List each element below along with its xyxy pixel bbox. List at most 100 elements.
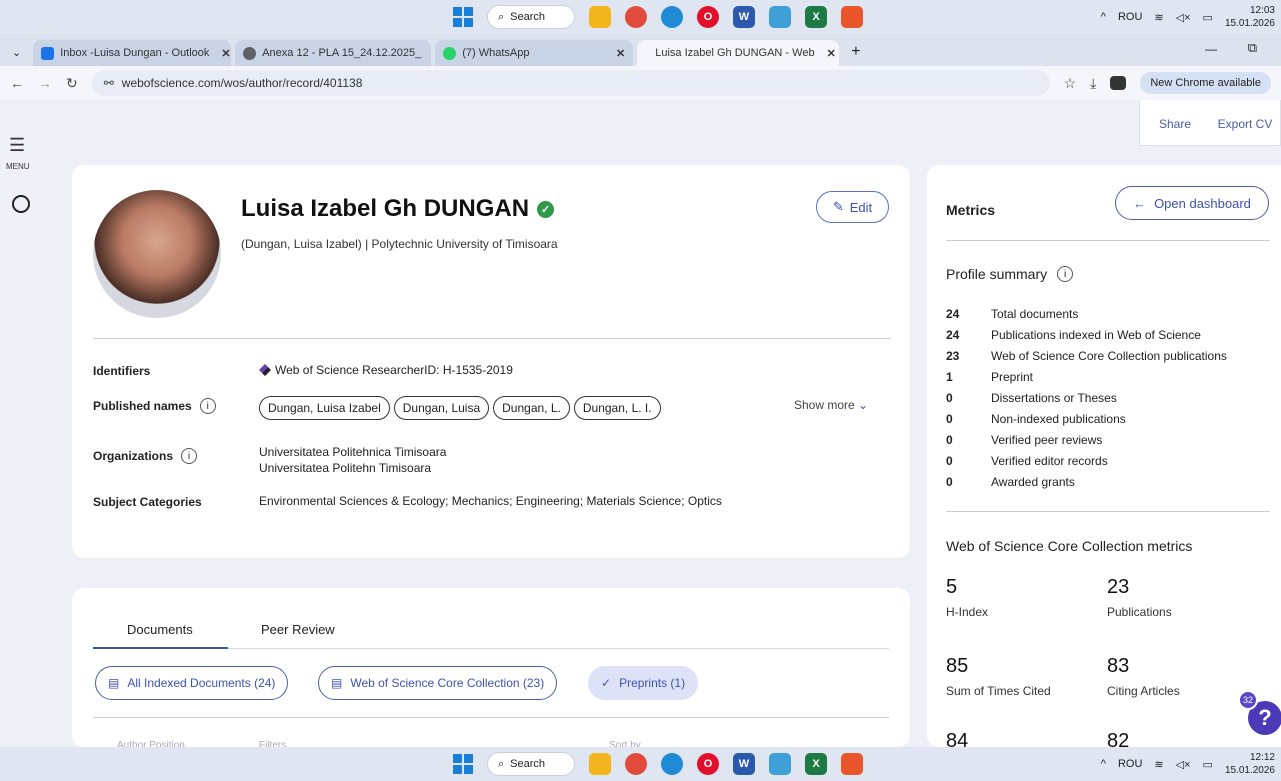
summary-row[interactable]: 0 Dissertations or Theses: [946, 391, 1117, 405]
filter-preprints[interactable]: ✓ Preprints (1): [588, 666, 699, 700]
published-names-list: Dungan, Luisa Izabel Dungan, Luisa Dungan,…: [259, 396, 665, 420]
windows-start-icon[interactable]: [453, 754, 473, 774]
researcher-id[interactable]: Web of Science ResearcherID: H-1535-2019: [259, 363, 513, 377]
summary-row[interactable]: 1 Preprint: [946, 370, 1033, 384]
tab-list-chevron-icon[interactable]: ⌄: [12, 46, 21, 59]
divider: [93, 717, 889, 718]
active-tab-indicator: [93, 647, 228, 649]
battery-icon[interactable]: ▭: [1203, 758, 1213, 771]
chrome-icon[interactable]: [625, 753, 647, 775]
opera-icon[interactable]: O: [697, 6, 719, 28]
opera-icon[interactable]: O: [697, 753, 719, 775]
file-explorer-icon[interactable]: [589, 6, 611, 28]
header-actions: Share Export CV: [1139, 100, 1281, 146]
edge-icon[interactable]: [661, 6, 683, 28]
name-chip[interactable]: Dungan, Luisa Izabel: [259, 396, 390, 420]
word-icon[interactable]: W: [733, 753, 755, 775]
bookmark-star-icon[interactable]: ☆: [1064, 75, 1077, 92]
menu-collapse-icon[interactable]: ☰: [9, 135, 25, 156]
filter-all-indexed-documents[interactable]: ▤ All Indexed Documents (24): [95, 666, 289, 700]
summary-row[interactable]: 0 Verified editor records: [946, 454, 1108, 468]
word-icon[interactable]: W: [733, 6, 755, 28]
user-account-icon[interactable]: [12, 195, 30, 213]
show-more-button[interactable]: Show more ⌄: [794, 398, 868, 412]
excel-icon[interactable]: X: [805, 753, 827, 775]
name-chip[interactable]: Dungan, L. I.: [573, 396, 661, 420]
language-indicator[interactable]: ROU: [1118, 11, 1142, 23]
summary-row[interactable]: 24 Total documents: [946, 307, 1078, 321]
volume-icon[interactable]: ◁×: [1176, 758, 1191, 771]
wifi-icon[interactable]: ≋: [1154, 11, 1163, 24]
reload-icon[interactable]: ↻: [66, 75, 78, 92]
summary-row[interactable]: 0 Non-indexed publications: [946, 412, 1126, 426]
url-field[interactable]: ⚯ webofscience.com/wos/author/record/401…: [91, 70, 1050, 96]
restore-icon[interactable]: ⧉: [1248, 40, 1257, 56]
tab-outlook[interactable]: Inbox -Luisa Dungan - Outlook ✕: [33, 40, 232, 66]
browser-tab-bar: ⌄ Inbox -Luisa Dungan - Outlook ✕ Anexa 1…: [0, 34, 1281, 66]
taskbar-search[interactable]: ⌕ Search: [487, 752, 575, 776]
clock[interactable]: 12:12 15.01.2026: [1225, 751, 1275, 777]
publications-label: Publications: [1107, 605, 1172, 619]
chevron-up-icon[interactable]: ^: [1101, 758, 1106, 770]
volume-icon[interactable]: ◁×: [1176, 11, 1191, 24]
profile-summary-title: Profile summary i: [946, 266, 1074, 282]
share-button[interactable]: Share: [1140, 117, 1210, 131]
name-chip[interactable]: Dungan, L.: [493, 396, 570, 420]
close-icon[interactable]: ✕: [221, 47, 230, 60]
minimize-icon[interactable]: —: [1205, 42, 1217, 56]
info-icon[interactable]: i: [181, 448, 198, 464]
site-settings-icon[interactable]: ⚯: [104, 76, 114, 90]
summary-row[interactable]: 0 Awarded grants: [946, 475, 1075, 489]
edge-icon[interactable]: [661, 753, 683, 775]
search-icon: ⌕: [498, 757, 505, 770]
tab-webofscience[interactable]: Luisa Izabel Gh DUNGAN - Web ✕: [637, 40, 840, 66]
windows-start-icon[interactable]: [453, 7, 473, 27]
back-icon[interactable]: ←: [10, 75, 24, 91]
publications-value[interactable]: 23: [1107, 576, 1129, 599]
photos-icon[interactable]: [769, 6, 791, 28]
close-icon[interactable]: ✕: [827, 47, 836, 60]
subject-categories: Environmental Sciences & Ecology; Mechan…: [259, 494, 722, 508]
chrome-icon[interactable]: [625, 6, 647, 28]
tab-documents[interactable]: Documents: [127, 622, 193, 637]
open-dashboard-button[interactable]: ← Open dashboard: [1115, 186, 1269, 220]
identifiers-label: Identifiers: [93, 364, 151, 378]
file-explorer-icon[interactable]: [589, 753, 611, 775]
divider: [946, 240, 1270, 241]
language-indicator[interactable]: ROU: [1118, 758, 1142, 770]
filter-core-collection[interactable]: ▤ Web of Science Core Collection (23): [318, 666, 558, 700]
pdf-app-icon[interactable]: [841, 753, 863, 775]
tab-whatsapp[interactable]: (7) WhatsApp ✕: [435, 40, 634, 66]
info-icon[interactable]: i: [199, 398, 216, 414]
pdf-app-icon[interactable]: [841, 6, 863, 28]
summary-row[interactable]: 23 Web of Science Core Collection publica…: [946, 349, 1227, 363]
chevron-up-icon[interactable]: ^: [1101, 11, 1106, 23]
taskbar-search[interactable]: ⌕ Search: [487, 5, 575, 29]
new-chrome-available-button[interactable]: New Chrome available: [1140, 72, 1271, 94]
new-tab-icon[interactable]: +: [851, 43, 860, 61]
tab-peer-review[interactable]: Peer Review: [261, 622, 335, 637]
tab-anexa[interactable]: Anexa 12 - PLA 15_24.12.2025_✕: [235, 40, 432, 66]
info-icon[interactable]: i: [1057, 266, 1074, 282]
taskbar-bottom: ⌕ Search O W X ^ ROU ≋ ◁× ▭ 12:12 15.01.2…: [0, 747, 1281, 781]
name-chip[interactable]: Dungan, Luisa: [393, 396, 490, 420]
export-cv-button[interactable]: Export CV: [1210, 117, 1280, 131]
download-icon[interactable]: ⤓: [1090, 75, 1096, 92]
address-bar: ← → ↻ ⚯ webofscience.com/wos/author/reco…: [0, 66, 1281, 100]
chevron-down-icon: ⌄: [858, 398, 869, 412]
outlook-favicon: [41, 46, 55, 60]
excel-icon[interactable]: X: [805, 6, 827, 28]
photos-icon[interactable]: [769, 753, 791, 775]
times-cited-value[interactable]: 85: [946, 655, 968, 678]
battery-icon[interactable]: ▭: [1203, 11, 1213, 24]
organizations-label: Organizations i: [93, 448, 198, 464]
clock[interactable]: 12:03 15.01.2026: [1225, 4, 1275, 30]
summary-row[interactable]: 0 Verified peer reviews: [946, 433, 1102, 447]
close-icon[interactable]: ✕: [616, 47, 625, 60]
citing-articles-value[interactable]: 83: [1107, 655, 1129, 678]
edit-button[interactable]: ✎ Edit: [816, 191, 889, 223]
extension-icon[interactable]: [1110, 76, 1127, 90]
forward-icon[interactable]: →: [38, 75, 52, 91]
wifi-icon[interactable]: ≋: [1154, 758, 1163, 771]
summary-row[interactable]: 24 Publications indexed in Web of Science: [946, 328, 1201, 342]
